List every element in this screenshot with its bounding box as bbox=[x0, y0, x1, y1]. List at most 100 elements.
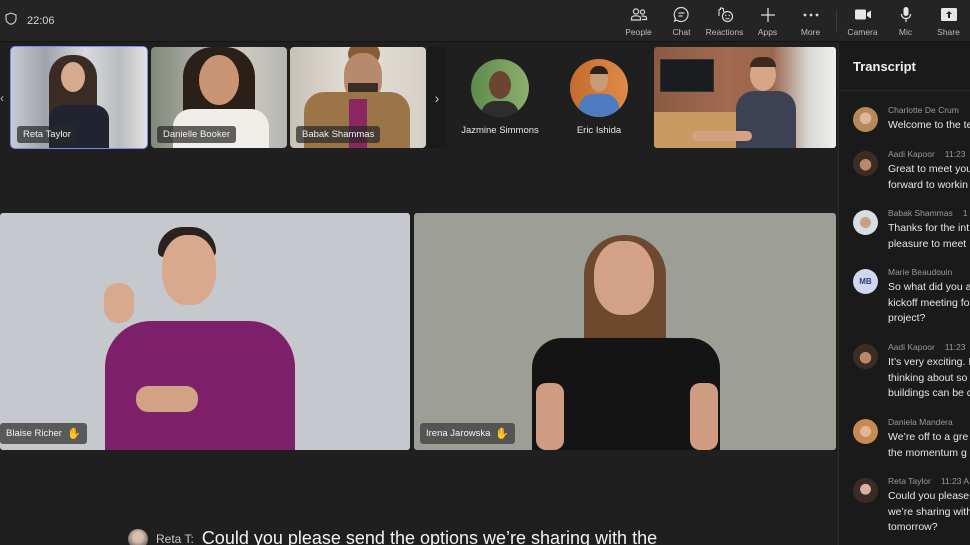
entry-line: Welcome to the te bbox=[888, 119, 970, 131]
speaker-avatar bbox=[853, 419, 878, 444]
entry-line: thinking about so bbox=[888, 371, 968, 384]
speaker-name: Aadi Kapoor bbox=[888, 149, 935, 159]
speaker-name: Babak Shammas bbox=[888, 208, 953, 218]
entry-line: tomorrow? bbox=[888, 521, 938, 533]
speaker-avatar bbox=[853, 107, 878, 132]
entry-line: Could you please bbox=[888, 490, 970, 502]
chevron-left-icon: ‹ bbox=[0, 91, 4, 105]
chat-icon bbox=[673, 6, 691, 24]
meeting-toolbar: People Chat Reactions Apps More Camera M… bbox=[617, 0, 970, 42]
people-icon bbox=[630, 6, 648, 24]
video-feed bbox=[414, 213, 836, 450]
entry-line: the momentum g bbox=[888, 446, 967, 459]
more-icon bbox=[802, 6, 820, 24]
chevron-right-icon: › bbox=[434, 89, 440, 106]
panel-divider bbox=[839, 90, 970, 91]
mic-button[interactable]: Mic bbox=[884, 0, 927, 42]
people-label: People bbox=[625, 26, 652, 37]
entry-time: 11:23 bbox=[944, 342, 966, 352]
participant-name: Jazmine Simmons bbox=[461, 125, 539, 136]
reactions-icon bbox=[716, 6, 734, 24]
apps-label: Apps bbox=[757, 26, 778, 37]
speaker-avatar bbox=[853, 210, 878, 235]
speaker-name: Marie Beaudouin bbox=[888, 267, 953, 277]
meeting-top-bar: 22:06 People Chat Reactions Apps More Ca… bbox=[0, 0, 970, 42]
entry-line: project? bbox=[888, 312, 926, 324]
participant-name: Reta Taylor bbox=[17, 126, 77, 143]
video-feed bbox=[0, 213, 410, 450]
participant-name: Babak Shammas bbox=[296, 126, 381, 143]
plus-icon bbox=[759, 6, 777, 24]
mic-label: Mic bbox=[898, 26, 913, 37]
reactions-button[interactable]: Reactions bbox=[703, 0, 746, 42]
entry-line: It’s very exciting. I bbox=[888, 356, 970, 368]
participant-tile-jazmine-simmons[interactable]: Jazmine Simmons bbox=[452, 47, 548, 148]
stage-tile-irena-jarowska[interactable]: Irena Jarowska ✋ bbox=[414, 213, 836, 450]
caption-speaker: Reta T: bbox=[156, 531, 194, 545]
people-button[interactable]: People bbox=[617, 0, 660, 42]
participant-tile-danielle-booker[interactable]: Danielle Booker bbox=[151, 47, 287, 148]
chat-label: Chat bbox=[672, 26, 691, 37]
gallery-prev-button[interactable]: ‹ bbox=[0, 86, 8, 110]
caption-text: Could you please send the options we’re … bbox=[201, 528, 658, 545]
participant-name: Eric Ishida bbox=[576, 125, 622, 136]
participant-tile-self-view[interactable] bbox=[654, 47, 836, 148]
speaker-name: Daniela Mandera bbox=[888, 417, 953, 427]
entry-time: 11:23 bbox=[944, 149, 966, 159]
participant-tile-eric-ishida[interactable]: Eric Ishida bbox=[551, 47, 647, 148]
participant-name: Irena Jarowska bbox=[426, 428, 491, 439]
reactions-label: Reactions bbox=[705, 26, 744, 37]
transcript-title: Transcript bbox=[853, 59, 916, 74]
stage-tile-blaise-richer[interactable]: Blaise Richer ✋ bbox=[0, 213, 410, 450]
mic-icon bbox=[897, 6, 915, 24]
raised-hand-icon: ✋ bbox=[495, 428, 510, 440]
share-label: Share bbox=[937, 26, 960, 37]
entry-line: We’re off to a gre bbox=[888, 431, 969, 443]
share-icon bbox=[940, 6, 958, 24]
speaker-avatar-initials: MB bbox=[853, 269, 878, 294]
teams-meeting-window: 22:06 People Chat Reactions Apps More Ca… bbox=[0, 0, 970, 545]
entry-line: kickoff meeting fo bbox=[888, 296, 970, 309]
participant-avatar bbox=[471, 59, 529, 117]
more-label: More bbox=[800, 26, 821, 37]
entry-line: So what did you a bbox=[888, 281, 970, 293]
participant-nametag: Blaise Richer ✋ bbox=[0, 423, 87, 444]
participant-name: Blaise Richer bbox=[6, 428, 62, 439]
gallery-next-button[interactable]: › bbox=[427, 47, 447, 148]
chat-button[interactable]: Chat bbox=[660, 0, 703, 42]
entry-line: forward to workin bbox=[888, 178, 968, 191]
entry-time: 1 bbox=[962, 208, 968, 218]
camera-icon bbox=[854, 6, 872, 24]
entry-line: Great to meet you bbox=[888, 163, 970, 175]
toolbar-divider bbox=[836, 10, 837, 32]
participant-name: Danielle Booker bbox=[157, 126, 237, 143]
speaker-name: Reta Taylor bbox=[888, 476, 931, 486]
video-feed bbox=[654, 47, 836, 148]
caption-speaker-avatar bbox=[128, 528, 148, 545]
entry-time: 11:23 A bbox=[940, 476, 970, 486]
participant-avatar bbox=[570, 59, 628, 117]
entry-line: pleasure to meet bbox=[888, 237, 967, 250]
entry-line: Thanks for the int bbox=[888, 222, 970, 234]
participant-tile-reta-taylor[interactable]: Reta Taylor bbox=[10, 46, 148, 149]
speaker-name: Aadi Kapoor bbox=[888, 342, 935, 352]
raised-hand-icon: ✋ bbox=[66, 428, 81, 440]
participant-gallery: ‹ Reta Taylor Danielle Booker Babak Sham… bbox=[0, 44, 838, 152]
entry-line: buildings can be c bbox=[888, 387, 970, 399]
speaker-avatar bbox=[853, 478, 878, 503]
participant-nametag: Irena Jarowska ✋ bbox=[420, 423, 516, 444]
participant-tile-babak-shammas[interactable]: Babak Shammas bbox=[290, 47, 426, 148]
meeting-clock: 22:06 bbox=[27, 15, 55, 27]
apps-button[interactable]: Apps bbox=[746, 0, 789, 42]
camera-label: Camera bbox=[847, 26, 878, 37]
share-button[interactable]: Share bbox=[927, 0, 970, 42]
speaker-name: Charlotte De Crum bbox=[888, 105, 959, 115]
camera-button[interactable]: Camera bbox=[841, 0, 884, 42]
entry-line: we’re sharing with bbox=[888, 505, 970, 518]
more-button[interactable]: More bbox=[789, 0, 832, 42]
live-caption: Reta T: Could you please send the option… bbox=[128, 528, 657, 545]
shield-icon bbox=[5, 12, 17, 30]
transcript-panel: Transcript Charlotte De Crum Welcome to … bbox=[838, 43, 970, 545]
speaker-avatar bbox=[853, 344, 878, 369]
speaker-avatar bbox=[853, 151, 878, 176]
